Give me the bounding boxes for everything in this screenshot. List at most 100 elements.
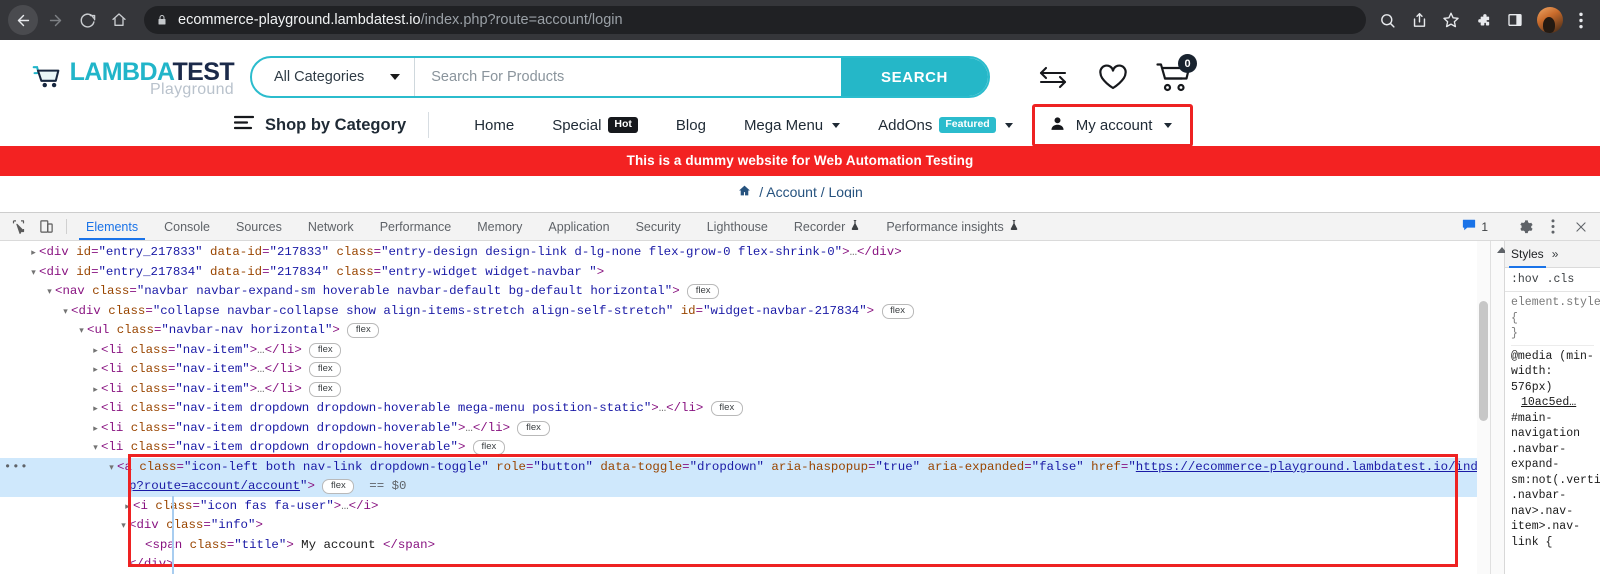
- dom-scrollbar[interactable]: [1477, 241, 1490, 574]
- cls-button[interactable]: .cls: [1547, 273, 1575, 286]
- node-href-link[interactable]: https://ecommerce-playground.lambdatest.…: [1136, 460, 1490, 474]
- more-tabs-icon[interactable]: »: [1552, 247, 1559, 261]
- kebab-menu-icon[interactable]: [1570, 5, 1592, 35]
- dom-node-line[interactable]: ▸<div id="entry_217833" data-id="217833"…: [0, 243, 1490, 263]
- flex-badge[interactable]: flex: [882, 304, 914, 319]
- dom-node-line[interactable]: </div>: [0, 555, 1490, 574]
- tab-styles[interactable]: Styles: [1511, 247, 1544, 261]
- shop-by-category-button[interactable]: Shop by Category: [234, 115, 406, 135]
- dom-node-line[interactable]: ▸<li class="nav-item">…</li> flex: [0, 380, 1490, 400]
- flex-badge[interactable]: flex: [322, 479, 354, 494]
- kebab-menu-icon[interactable]: [1540, 214, 1566, 240]
- category-dropdown[interactable]: All Categories: [252, 58, 415, 96]
- dom-scrollbar-thumb[interactable]: [1479, 301, 1488, 421]
- dom-tree[interactable]: ▸<div id="entry_217833" data-id="217833"…: [0, 241, 1490, 574]
- profile-avatar[interactable]: [1537, 7, 1563, 33]
- share-icon[interactable]: [1404, 5, 1434, 35]
- expand-arrow-right-icon[interactable]: ▸: [90, 400, 101, 420]
- puzzle-icon[interactable]: [1468, 5, 1498, 35]
- dom-node-line[interactable]: ▾<div class="collapse navbar-collapse sh…: [0, 302, 1490, 322]
- device-toolbar-icon[interactable]: [32, 213, 60, 240]
- dom-node-line[interactable]: p?route=account/account"> flex == $0: [0, 477, 1490, 497]
- expand-arrow-right-icon[interactable]: ▸: [122, 498, 133, 518]
- dom-node-line[interactable]: ▸<li class="nav-item dropdown dropdown-h…: [0, 419, 1490, 439]
- nav-item-mega-menu[interactable]: Mega Menu: [725, 111, 859, 140]
- style-rule-selector[interactable]: #main-navigation .navbar-expand-sm:not(.…: [1511, 411, 1594, 551]
- expand-arrow-right-icon[interactable]: ▸: [90, 342, 101, 362]
- flex-badge[interactable]: flex: [309, 343, 341, 358]
- expand-arrow-down-icon[interactable]: ▾: [28, 264, 39, 284]
- inspect-element-icon[interactable]: [4, 213, 32, 240]
- expand-arrow-right-icon[interactable]: ▸: [90, 420, 101, 440]
- tab-performance-insights[interactable]: Performance insights: [873, 213, 1031, 240]
- dom-node-line[interactable]: ▾<div class="info">: [0, 516, 1490, 536]
- flex-badge[interactable]: flex: [347, 323, 379, 338]
- tab-lighthouse[interactable]: Lighthouse: [694, 213, 781, 240]
- expand-arrow-right-icon[interactable]: ▸: [90, 381, 101, 401]
- compare-arrows-icon[interactable]: [1036, 64, 1070, 90]
- star-icon[interactable]: [1436, 5, 1466, 35]
- dom-node-line[interactable]: ▸<li class="nav-item">…</li> flex: [0, 341, 1490, 361]
- dom-node-line[interactable]: ▾<nav class="navbar navbar-expand-sm hov…: [0, 282, 1490, 302]
- expand-arrow-down-icon[interactable]: ▾: [76, 322, 87, 342]
- expand-arrow-right-icon[interactable]: ▸: [90, 361, 101, 381]
- flex-badge[interactable]: flex: [711, 401, 743, 416]
- style-source-link[interactable]: 10ac5ed…: [1511, 395, 1594, 411]
- gear-icon[interactable]: [1512, 214, 1538, 240]
- tab-performance[interactable]: Performance: [367, 213, 465, 240]
- home-button[interactable]: [104, 5, 134, 35]
- close-icon[interactable]: [1568, 214, 1594, 240]
- node-token: >: [286, 538, 293, 552]
- hov-button[interactable]: :hov: [1511, 273, 1539, 286]
- messages-button[interactable]: 1: [1455, 216, 1495, 237]
- address-bar[interactable]: ecommerce-playground.lambdatest.io/index…: [144, 6, 1366, 34]
- shopping-cart-icon[interactable]: 0: [1156, 62, 1190, 92]
- nav-item-addons[interactable]: AddOnsFeatured: [859, 111, 1032, 140]
- flex-badge[interactable]: flex: [473, 440, 505, 455]
- search-button[interactable]: SEARCH: [841, 58, 988, 96]
- dom-node-line[interactable]: ▾<div id="entry_217834" data-id="217834"…: [0, 263, 1490, 283]
- tab-security[interactable]: Security: [623, 213, 694, 240]
- flex-badge[interactable]: flex: [517, 421, 549, 436]
- tab-memory[interactable]: Memory: [464, 213, 535, 240]
- side-panel-icon[interactable]: [1500, 5, 1530, 35]
- devtools-splitter[interactable]: [1490, 241, 1504, 574]
- expand-arrow-down-icon[interactable]: ▾: [118, 517, 129, 537]
- reload-button[interactable]: [72, 5, 102, 35]
- dom-node-line[interactable]: ▸<li class="nav-item">…</li> flex: [0, 360, 1490, 380]
- dom-node-line[interactable]: •••▾<a class="icon-left both nav-link dr…: [0, 458, 1490, 478]
- dom-node-line[interactable]: ▾<ul class="navbar-nav horizontal"> flex: [0, 321, 1490, 341]
- tab-recorder[interactable]: Recorder: [781, 213, 873, 240]
- flex-badge[interactable]: flex: [309, 382, 341, 397]
- node-href-link[interactable]: p?route=account/account: [129, 479, 300, 493]
- expand-arrow-down-icon[interactable]: ▾: [44, 283, 55, 303]
- nav-item-my-account[interactable]: My account: [1032, 104, 1194, 147]
- nav-item-special[interactable]: SpecialHot: [533, 111, 657, 140]
- dom-node-line[interactable]: <span class="title"> My account </span>: [0, 536, 1490, 556]
- heart-icon[interactable]: [1098, 64, 1128, 91]
- flex-badge[interactable]: flex: [687, 284, 719, 299]
- forward-button[interactable]: [40, 5, 70, 35]
- tab-network[interactable]: Network: [295, 213, 367, 240]
- nav-item-home[interactable]: Home: [455, 111, 533, 140]
- nav-item-blog[interactable]: Blog: [657, 111, 725, 140]
- expand-arrow-down-icon[interactable]: ▾: [90, 439, 101, 459]
- tab-console[interactable]: Console: [151, 213, 223, 240]
- style-rule-selector[interactable]: element.style {: [1511, 295, 1594, 326]
- tab-elements[interactable]: Elements: [73, 213, 151, 240]
- expand-arrow-down-icon[interactable]: ▾: [106, 459, 117, 479]
- search-icon[interactable]: [1372, 5, 1402, 35]
- dom-node-line[interactable]: ▾<li class="nav-item dropdown dropdown-h…: [0, 438, 1490, 458]
- node-overflow-dots[interactable]: •••: [4, 458, 29, 478]
- expand-arrow-right-icon[interactable]: ▸: [28, 244, 39, 264]
- breadcrumb-home-icon[interactable]: [737, 184, 752, 199]
- site-logo[interactable]: LAMBDATEST Playground: [0, 57, 250, 98]
- flex-badge[interactable]: flex: [309, 362, 341, 377]
- back-button[interactable]: [8, 5, 38, 35]
- dom-node-line[interactable]: ▸<i class="icon fas fa-user">…</i>: [0, 497, 1490, 517]
- search-input[interactable]: [415, 58, 841, 96]
- expand-arrow-down-icon[interactable]: ▾: [60, 303, 71, 323]
- dom-node-line[interactable]: ▸<li class="nav-item dropdown dropdown-h…: [0, 399, 1490, 419]
- tab-sources[interactable]: Sources: [223, 213, 295, 240]
- tab-application[interactable]: Application: [535, 213, 622, 240]
